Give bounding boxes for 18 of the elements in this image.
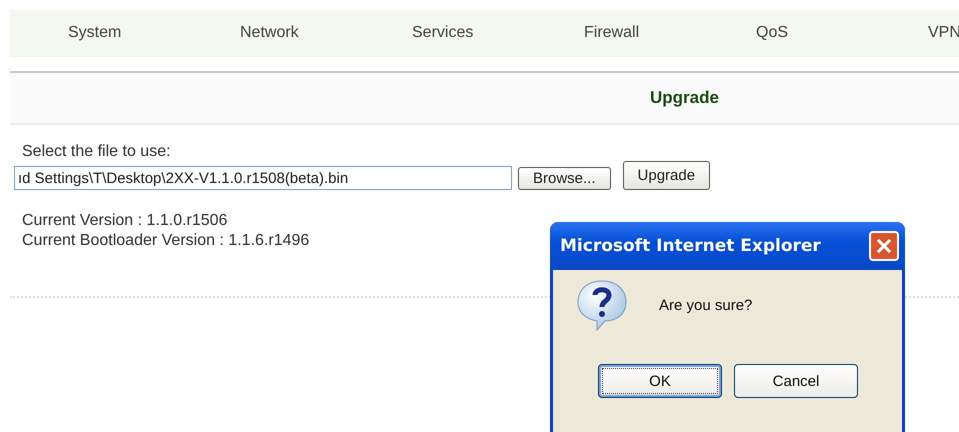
dialog-button[interactable]: OK bbox=[598, 364, 722, 398]
file-path-field[interactable]: ıd Settings\T\Desktop\2XX-V1.1.0.r1508(beta).bin bbox=[14, 166, 512, 190]
section-title: Upgrade bbox=[650, 88, 719, 108]
browse-button[interactable]: Browse... bbox=[518, 166, 611, 190]
close-icon[interactable] bbox=[869, 231, 899, 261]
nav-tab[interactable]: QoS bbox=[756, 24, 788, 42]
upgrade-button[interactable]: Upgrade bbox=[622, 160, 710, 190]
file-label: Select the file to use: bbox=[22, 143, 171, 161]
nav-tab[interactable]: System bbox=[68, 24, 122, 42]
version-text: Current Version : 1.1.0.r1506 bbox=[22, 212, 228, 230]
dialog-button[interactable]: Cancel bbox=[734, 364, 858, 398]
dialog-title: Microsoft Internet Explorer bbox=[560, 236, 821, 256]
version-text: Current Bootloader Version : 1.1.6.r1496 bbox=[22, 232, 310, 250]
question-bubble-icon bbox=[575, 278, 629, 332]
nav-tab[interactable]: Services bbox=[412, 24, 474, 42]
dialog-message: Are you sure? bbox=[659, 296, 752, 314]
nav-tab[interactable]: Firewall bbox=[584, 24, 640, 42]
nav-tab[interactable]: Network bbox=[240, 24, 299, 42]
